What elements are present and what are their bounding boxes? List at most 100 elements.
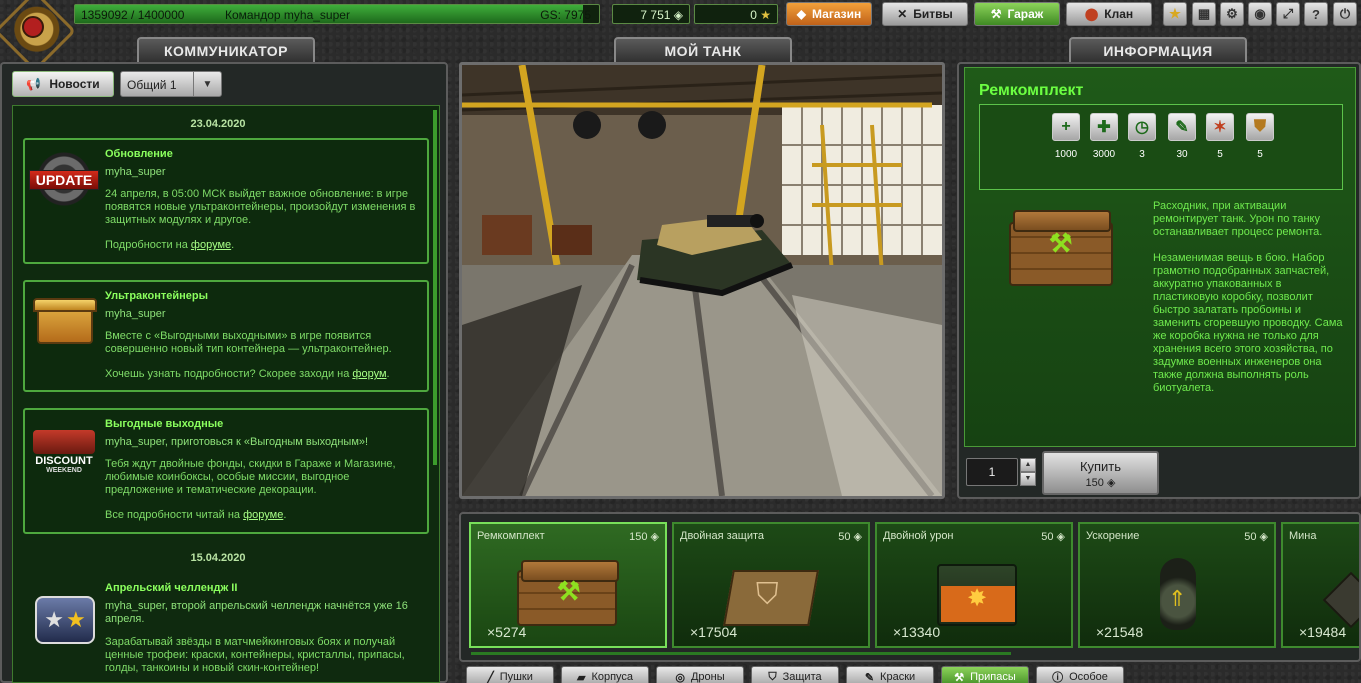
exit-icon[interactable]: ⏻: [1333, 2, 1357, 26]
tank-icon: [33, 430, 95, 454]
news-scrollbar[interactable]: [433, 110, 437, 465]
item-count: ×13340: [893, 624, 941, 640]
stat-value: 5: [1257, 149, 1263, 160]
news-card[interactable]: UPDATE Обновление myha_super 24 апреля, …: [23, 138, 429, 264]
quantity-stepper[interactable]: ▲ ▼: [1020, 458, 1036, 486]
stars-value: 0: [750, 8, 757, 22]
item-name: Двойная защита: [680, 530, 765, 542]
news-button[interactable]: 📢 Новости: [12, 71, 114, 97]
info-panel: Ремкомплект + 1000 ✚ 3000 ◷ 3 ✎ 30 ✶ 5 ⛊…: [957, 62, 1361, 499]
buy-label: Купить: [1079, 459, 1122, 474]
info-tab[interactable]: ИНФОРМАЦИЯ: [1069, 37, 1247, 63]
communicator-tab[interactable]: КОММУНИКАТОР: [137, 37, 315, 63]
tank-preview[interactable]: [459, 62, 945, 499]
forum-link[interactable]: форуме: [243, 509, 283, 521]
crystals-value: 7 751: [640, 8, 671, 22]
shield-icon: ⛉: [768, 670, 777, 683]
double-damage-icon: ✸: [923, 550, 1029, 630]
item-card[interactable]: Ускорение 50 ◈ ⇑ ×21548: [1078, 522, 1276, 648]
news-title: Обновление: [105, 148, 173, 160]
crystal-icon: ◈: [673, 8, 683, 22]
item-description-1: Расходник, при активации ремонтирует тан…: [1153, 200, 1323, 238]
sound-icon[interactable]: ◉: [1248, 2, 1272, 26]
garage-items: Ремкомплект 150 ◈ ⚒ ×5274 Двойная защита…: [459, 512, 1361, 662]
item-price-value: 150: [629, 531, 648, 543]
forum-link[interactable]: форуме: [191, 239, 231, 251]
shield-icon: ⛉: [756, 578, 779, 611]
news-more-prefix: Хочешь узнать подробности? Скорее заходи…: [105, 368, 353, 380]
stat-value: 5: [1217, 149, 1223, 160]
wrench-timer-icon: ✎: [1168, 113, 1196, 141]
repair-kit-image: ⚒: [1009, 208, 1115, 294]
my-tank-tab[interactable]: МОЙ ТАНК: [614, 37, 792, 63]
news-card[interactable]: DISCOUNT WEEKEND Выгодные выходные myha_…: [23, 408, 429, 534]
tab-paints[interactable]: ✎ Краски: [846, 666, 934, 683]
item-count: ×19484: [1299, 624, 1347, 640]
diamond-icon: ◆: [796, 7, 806, 21]
stat-value: 3: [1139, 149, 1145, 160]
tab-cannons[interactable]: ╱ Пушки: [466, 666, 554, 683]
hull-icon: ▰: [576, 671, 586, 683]
news-author: myha_super, приготовься к «Выгодным выхо…: [105, 436, 369, 448]
channel-select[interactable]: Общий 1 ▼: [120, 71, 222, 97]
stat-shield: ⛊ 5: [1242, 113, 1278, 160]
crystal-icon: ◈: [1259, 531, 1268, 543]
item-description: Расходник, при активации ремонтирует тан…: [1153, 200, 1349, 395]
quantity-input[interactable]: 1: [966, 458, 1018, 486]
fullscreen-icon[interactable]: ⤢: [1276, 2, 1300, 26]
item-card[interactable]: Ремкомплект 150 ◈ ⚒ ×5274: [469, 522, 667, 648]
rank-progress-bar: 1359092 / 1400000 Командор myha_super GS…: [74, 4, 600, 24]
channel-select-value: Общий 1: [127, 78, 177, 92]
news-card[interactable]: Ультраконтейнеры myha_super Вместе с «Вы…: [23, 280, 429, 392]
clan-label: Клан: [1104, 7, 1134, 21]
news-title: Выгодные выходные: [105, 418, 224, 430]
news-more-prefix: Подробности на: [105, 239, 191, 251]
stepper-up-icon[interactable]: ▲: [1020, 458, 1036, 472]
clan-button[interactable]: ⬤ Клан: [1066, 2, 1152, 26]
news-more-suffix: .: [231, 239, 235, 251]
wrench-icon: ⚒: [1049, 228, 1073, 258]
item-title: Ремкомплект: [979, 82, 1084, 99]
item-card[interactable]: Двойная защита 50 ◈ ⛉ ×17504: [672, 522, 870, 648]
tab-label: Пушки: [499, 671, 533, 683]
stars-badge: ★ ★: [35, 596, 95, 644]
garage-label: Гараж: [1007, 7, 1044, 21]
discount-badge-sub: WEEKEND: [46, 467, 82, 474]
news-text: 24 апреля, в 05:00 МСК выйдет важное обн…: [105, 188, 416, 226]
chest-lid-icon: [33, 298, 97, 312]
tab-protection[interactable]: ⛉ Защита: [751, 666, 839, 683]
news-feed[interactable]: 23.04.2020 UPDATE Обновление myha_super …: [12, 105, 440, 683]
settings-icon[interactable]: ⚙: [1220, 2, 1244, 26]
item-price: 150 ◈: [629, 530, 659, 543]
item-card[interactable]: Двойной урон 50 ◈ ✸ ×13340: [875, 522, 1073, 648]
help-icon[interactable]: ?: [1304, 2, 1328, 26]
news-date: 23.04.2020: [190, 118, 246, 130]
buy-price-value: 150: [1085, 477, 1104, 489]
item-stats: + 1000 ✚ 3000 ◷ 3 ✎ 30 ✶ 5 ⛊ 5: [979, 104, 1343, 190]
garage-button[interactable]: ⚒ Гараж: [974, 2, 1060, 26]
buy-button[interactable]: Купить 150 ◈: [1042, 451, 1159, 495]
arrow-up-icon: ⇑: [1168, 586, 1187, 611]
news-author: myha_super: [105, 166, 166, 178]
item-card[interactable]: Мина ×19484: [1281, 522, 1359, 648]
shop-button[interactable]: ◆ Магазин: [786, 2, 872, 26]
garage-scroll-indicator[interactable]: [471, 652, 1011, 655]
battles-button[interactable]: ✕ Битвы: [882, 2, 968, 26]
tab-drones[interactable]: ◎ Дроны: [656, 666, 744, 683]
news-card[interactable]: ★ ★ Апрельский челлендж II myha_super, вт…: [23, 572, 429, 682]
challenge-thumbnail: ★ ★: [29, 590, 99, 646]
tab-hulls[interactable]: ▰ Корпуса: [561, 666, 649, 683]
map-icon[interactable]: ▦: [1192, 2, 1216, 26]
item-price: 50 ◈: [1041, 530, 1065, 543]
star-icon[interactable]: ★: [1163, 2, 1187, 26]
clan-icon: ⬤: [1084, 7, 1099, 21]
news-more: Подробности на форуме.: [105, 239, 419, 251]
tab-special[interactable]: ⓘ Особое: [1036, 666, 1124, 683]
news-author: myha_super, второй апрельский челлендж н…: [105, 600, 408, 625]
item-description-2: Незаменимая вещь в бою. Набор грамотно п…: [1153, 252, 1343, 394]
stepper-down-icon[interactable]: ▼: [1020, 472, 1036, 486]
forum-link[interactable]: форум: [352, 368, 386, 380]
news-more-suffix: .: [386, 368, 390, 380]
discount-thumbnail: DISCOUNT WEEKEND: [29, 422, 99, 478]
tab-supplies[interactable]: ⚒ Припасы: [941, 666, 1029, 683]
